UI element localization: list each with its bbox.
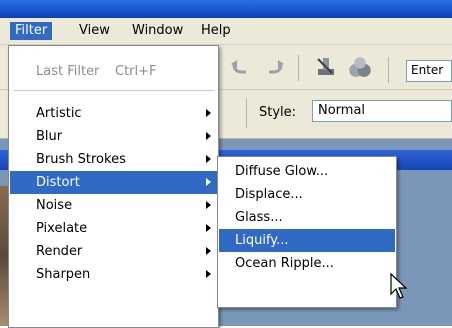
menu-separator — [13, 90, 214, 91]
menu-item-label: Render — [36, 244, 83, 259]
menu-filter[interactable]: Filter — [10, 22, 53, 40]
menu-item-label: Glass... — [235, 210, 283, 225]
distort-submenu: Diffuse Glow... Displace... Glass... Liq… — [217, 156, 397, 308]
menu-item-render[interactable]: Render — [10, 240, 217, 263]
toolbar-divider — [298, 55, 299, 81]
filter-menu: Last Filter Ctrl+F Artistic Blur Brush S… — [8, 45, 219, 328]
submenu-arrow-icon — [206, 155, 211, 163]
submenu-arrow-icon — [206, 270, 211, 278]
menu-item-liquify[interactable]: Liquify... — [219, 229, 395, 252]
submenu-arrow-icon — [206, 224, 211, 232]
menu-item-label: Blur — [36, 129, 63, 144]
menu-item-label: Pixelate — [36, 221, 88, 236]
menu-item-sharpen[interactable]: Sharpen — [10, 263, 217, 286]
submenu-arrow-icon — [206, 132, 211, 140]
menu-item-artistic[interactable]: Artistic — [10, 102, 217, 125]
style-label: Style: — [259, 105, 297, 120]
submenu-arrow-icon — [206, 109, 211, 117]
menu-item-label: Displace... — [235, 187, 303, 202]
menu-help[interactable]: Help — [196, 22, 236, 40]
menu-item-label: Artistic — [36, 106, 82, 121]
menu-item-blur[interactable]: Blur — [10, 125, 217, 148]
menu-item-ocean-ripple[interactable]: Ocean Ripple... — [219, 252, 395, 275]
menu-item-label: Last Filter — [36, 64, 100, 79]
menu-item-glass[interactable]: Glass... — [219, 206, 395, 229]
menu-view[interactable]: View — [74, 22, 115, 40]
menu-item-label: Liquify... — [235, 233, 289, 248]
menu-item-label: Diffuse Glow... — [235, 164, 329, 179]
menu-item-brush-strokes[interactable]: Brush Strokes — [10, 148, 217, 171]
menu-item-label: Sharpen — [36, 267, 91, 282]
submenu-arrow-icon — [206, 247, 211, 255]
toolbar-divider — [246, 98, 247, 128]
menu-item-noise[interactable]: Noise — [10, 194, 217, 217]
submenu-arrow-icon — [206, 178, 211, 186]
menu-window[interactable]: Window — [127, 22, 188, 40]
spheres-icon[interactable] — [346, 53, 374, 81]
menu-item-pixelate[interactable]: Pixelate — [10, 217, 217, 240]
toolbar-divider — [388, 57, 389, 83]
undo-icon[interactable] — [226, 54, 254, 82]
shortcut-label: Ctrl+F — [115, 64, 157, 79]
title-bar — [0, 0, 452, 18]
stamp-icon[interactable] — [312, 53, 340, 81]
menu-item-label: Noise — [36, 198, 73, 213]
menu-item-diffuse-glow[interactable]: Diffuse Glow... — [219, 160, 395, 183]
menu-item-label: Ocean Ripple... — [235, 256, 334, 271]
style-select[interactable]: Normal — [312, 100, 452, 122]
mouse-pointer-icon — [390, 273, 408, 299]
menu-item-displace[interactable]: Displace... — [219, 183, 395, 206]
menu-item-label: Distort — [36, 175, 80, 190]
menu-item-distort[interactable]: Distort — [10, 171, 217, 194]
menu-item-label: Brush Strokes — [36, 152, 126, 167]
redo-icon[interactable] — [261, 54, 289, 82]
menu-item-last-filter: Last Filter Ctrl+F — [10, 60, 217, 83]
menu-bar: Filter View Window Help — [0, 18, 452, 45]
submenu-arrow-icon — [206, 201, 211, 209]
enter-field[interactable]: Enter — [406, 60, 452, 82]
